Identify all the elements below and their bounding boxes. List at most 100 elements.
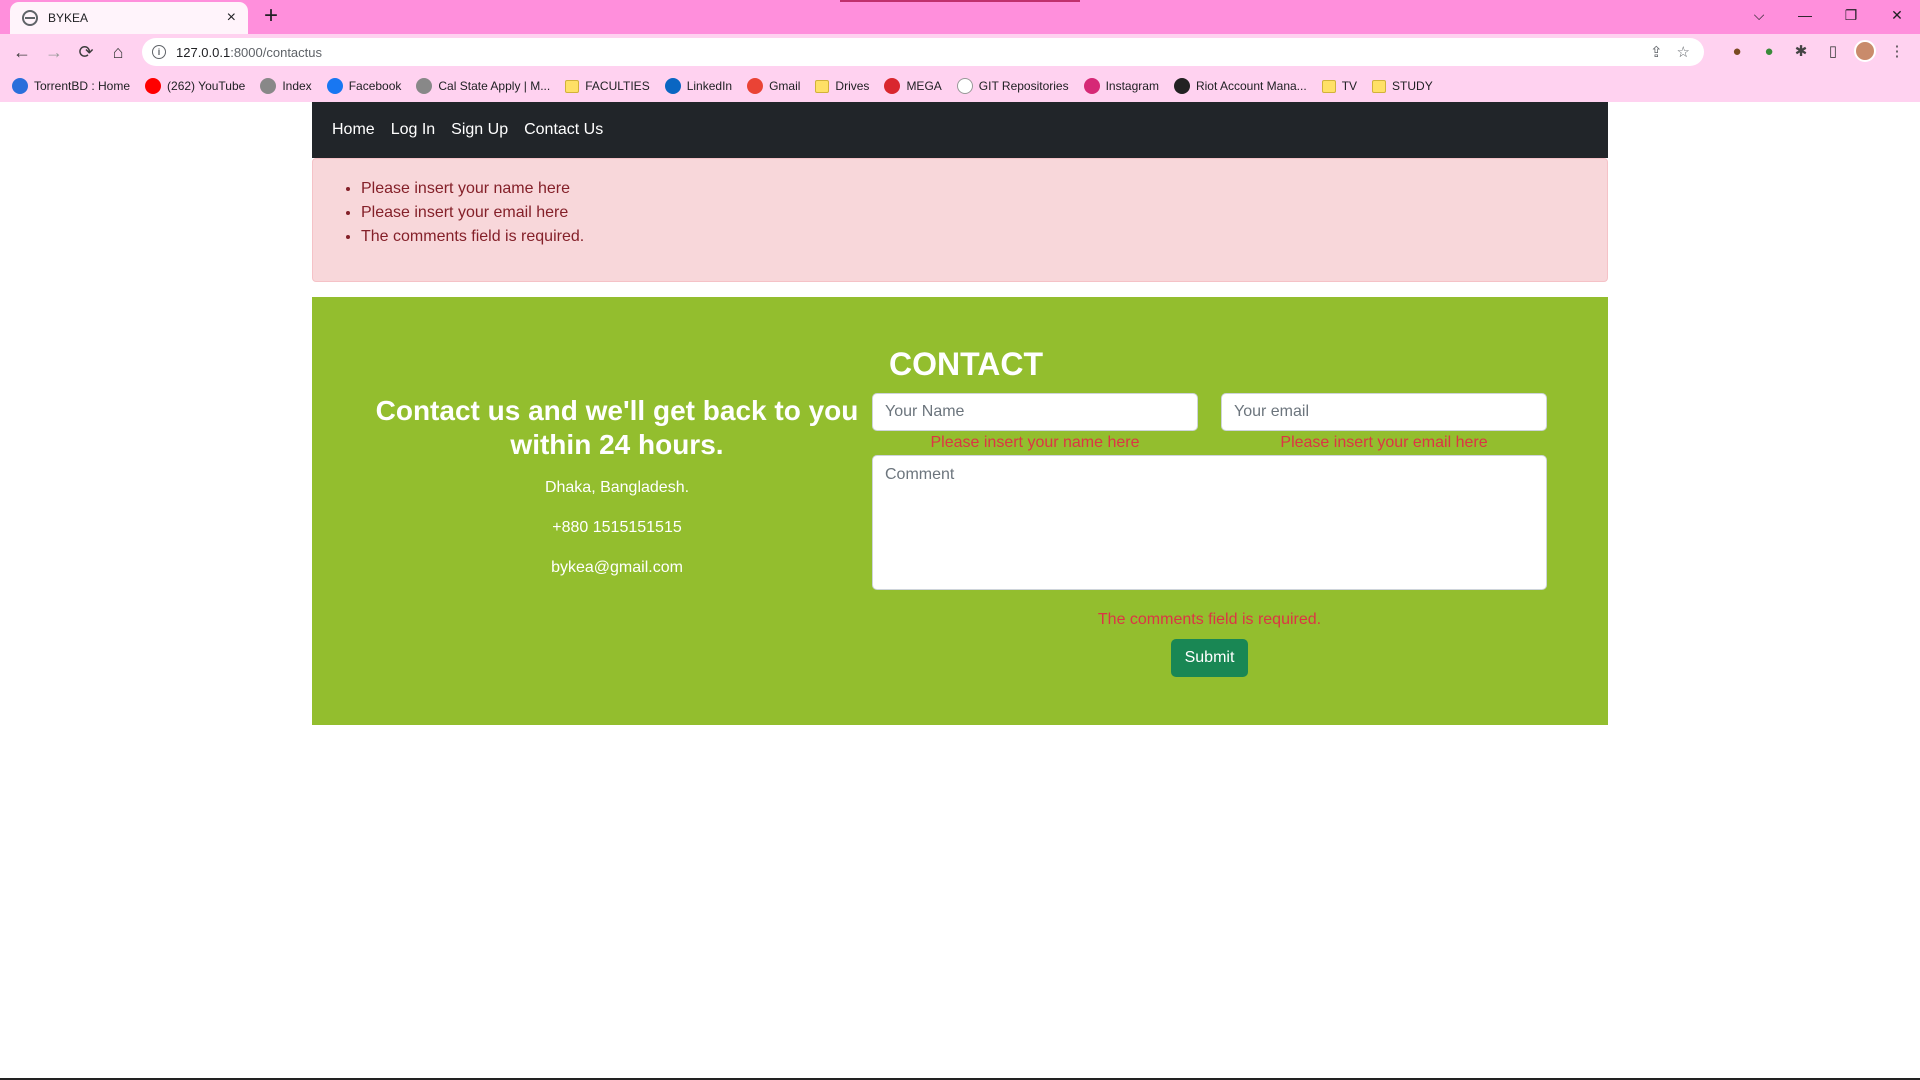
nav-home-link[interactable]: Home — [332, 121, 375, 139]
sidebar-icon[interactable]: ▯ — [1822, 40, 1844, 62]
window-controls: ⌵ — ❐ ✕ — [1736, 0, 1920, 30]
error-item: The comments field is required. — [361, 225, 1607, 249]
contact-phone: +880 1515151515 — [552, 519, 682, 536]
validation-alert: Please insert your name here Please inse… — [312, 158, 1608, 282]
bookmark-item[interactable]: FACULTIES — [565, 79, 650, 93]
nav-contact-link[interactable]: Contact Us — [524, 121, 603, 139]
menu-kebab-icon[interactable]: ⋮ — [1886, 40, 1908, 62]
bookmark-label: Gmail — [769, 79, 801, 93]
bookmark-label: (262) YouTube — [167, 79, 246, 93]
share-icon[interactable]: ⇪ — [1650, 43, 1663, 61]
comment-error: The comments field is required. — [1097, 611, 1322, 628]
github-icon — [956, 78, 973, 94]
folder-icon — [565, 79, 580, 93]
bookmark-item[interactable]: Instagram — [1083, 78, 1159, 94]
reload-icon[interactable]: ⟳ — [70, 36, 102, 68]
folder-icon — [815, 79, 830, 93]
browser-tab-bar: BYKEA × + ⌵ — ❐ ✕ — [0, 0, 1920, 34]
bookmark-item[interactable]: Riot Account Mana... — [1173, 78, 1307, 94]
forward-icon[interactable]: → — [38, 36, 70, 68]
close-tab-icon[interactable]: × — [227, 10, 236, 26]
bookmark-item[interactable]: Drives — [815, 79, 869, 93]
mega-icon — [884, 78, 901, 94]
globe-icon — [22, 10, 38, 26]
bookmark-label: Riot Account Mana... — [1195, 79, 1307, 93]
bookmark-label: LinkedIn — [686, 79, 733, 93]
contact-address: Dhaka, Bangladesh. — [544, 479, 690, 496]
site-info-icon[interactable]: i — [152, 45, 166, 59]
bookmark-label: Instagram — [1105, 79, 1159, 93]
profile-avatar[interactable] — [1854, 40, 1876, 62]
bookmark-item[interactable]: STUDY — [1372, 79, 1433, 93]
bookmark-label: FACULTIES — [585, 79, 650, 93]
bookmark-label: Index — [282, 79, 312, 93]
linkedin-icon — [664, 78, 681, 94]
folder-icon — [1321, 79, 1336, 93]
email-field[interactable] — [1221, 393, 1547, 431]
browser-toolbar: ← → ⟳ ⌂ i 127.0.0.1:8000/contactus ⇪ ☆ — [0, 34, 1920, 70]
browser-tab[interactable]: BYKEA × — [10, 2, 248, 34]
contact-email: bykea@gmail.com — [551, 559, 683, 576]
bookmark-item[interactable]: MEGA — [884, 78, 942, 94]
url-text: 127.0.0.1:8000/contactus — [176, 45, 322, 60]
submit-button[interactable]: Submit — [1171, 639, 1248, 677]
site-navbar: Home Log In Sign Up Contact Us — [312, 102, 1608, 158]
contact-title: CONTACT — [889, 346, 1044, 382]
tab-search-icon[interactable]: ⌵ — [1736, 0, 1782, 30]
bookmark-label: Cal State Apply | M... — [438, 79, 551, 93]
comment-field[interactable] — [872, 455, 1547, 590]
bookmarks-bar: TorrentBD : Home (262) YouTube Index Facebo… — [0, 70, 1920, 102]
address-bar[interactable]: i 127.0.0.1:8000/contactus ⇪ ☆ — [142, 38, 1704, 66]
facebook-icon — [326, 78, 343, 94]
nav-signup-link[interactable]: Sign Up — [451, 121, 508, 139]
globe-icon — [260, 78, 277, 94]
home-icon[interactable]: ⌂ — [102, 36, 134, 68]
main-container: Home Log In Sign Up Contact Us Please in… — [312, 102, 1608, 725]
cookie-extension-icon[interactable]: ● — [1726, 40, 1748, 62]
contact-heading: Contact us and we'll get back to you wit… — [375, 395, 859, 460]
bookmark-label: GIT Repositories — [978, 79, 1069, 93]
page-content: Home Log In Sign Up Contact Us Please in… — [0, 102, 1920, 1080]
bookmark-item[interactable]: TorrentBD : Home — [12, 78, 130, 94]
globe-extension-icon[interactable]: ● — [1758, 40, 1780, 62]
contact-section: CONTACT Contact us and we'll get back to… — [312, 297, 1608, 725]
name-field[interactable] — [872, 393, 1198, 431]
bookmark-item[interactable]: GIT Repositories — [956, 78, 1069, 94]
globe-icon — [416, 78, 433, 94]
folder-icon — [1372, 79, 1387, 93]
bookmark-label: MEGA — [906, 79, 942, 93]
name-error: Please insert your name here — [930, 434, 1140, 451]
youtube-icon — [145, 78, 162, 94]
instagram-icon — [1083, 78, 1100, 94]
bookmark-label: TV — [1341, 79, 1358, 93]
gmail-icon — [747, 78, 764, 94]
bookmark-star-icon[interactable]: ☆ — [1677, 43, 1690, 61]
bookmark-item[interactable]: Facebook — [326, 78, 402, 94]
error-item: Please insert your name here — [361, 177, 1607, 201]
back-icon[interactable]: ← — [6, 36, 38, 68]
bookmark-item[interactable]: Gmail — [747, 78, 800, 94]
bookmark-label: Facebook — [348, 79, 402, 93]
contact-info: Contact us and we'll get back to you wit… — [372, 394, 862, 598]
error-list: Please insert your name here Please inse… — [361, 177, 1607, 249]
riot-icon — [1173, 78, 1190, 94]
puzzle-icon[interactable]: ✱ — [1790, 40, 1812, 62]
bookmark-item[interactable]: LinkedIn — [664, 78, 733, 94]
nav-login-link[interactable]: Log In — [391, 121, 435, 139]
bookmark-item[interactable]: Cal State Apply | M... — [416, 78, 550, 94]
bookmark-item[interactable]: TV — [1321, 79, 1358, 93]
bookmark-item[interactable]: (262) YouTube — [145, 78, 245, 94]
torrentbd-icon — [12, 78, 28, 94]
bookmark-item[interactable]: Index — [260, 78, 312, 94]
close-window-icon[interactable]: ✕ — [1874, 0, 1920, 30]
url-path: :8000/contactus — [230, 44, 323, 60]
bookmark-label: TorrentBD : Home — [34, 79, 131, 93]
new-tab-button[interactable]: + — [259, 4, 283, 28]
bookmark-label: Drives — [835, 79, 870, 93]
minimize-icon[interactable]: — — [1782, 0, 1828, 30]
extension-icons: ● ● ✱ ▯ ⋮ — [1726, 40, 1908, 62]
omnibox-actions: ⇪ ☆ — [1650, 43, 1690, 61]
restore-icon[interactable]: ❐ — [1828, 0, 1874, 30]
url-host: 127.0.0.1 — [176, 44, 231, 60]
bookmark-label: STUDY — [1392, 79, 1433, 93]
